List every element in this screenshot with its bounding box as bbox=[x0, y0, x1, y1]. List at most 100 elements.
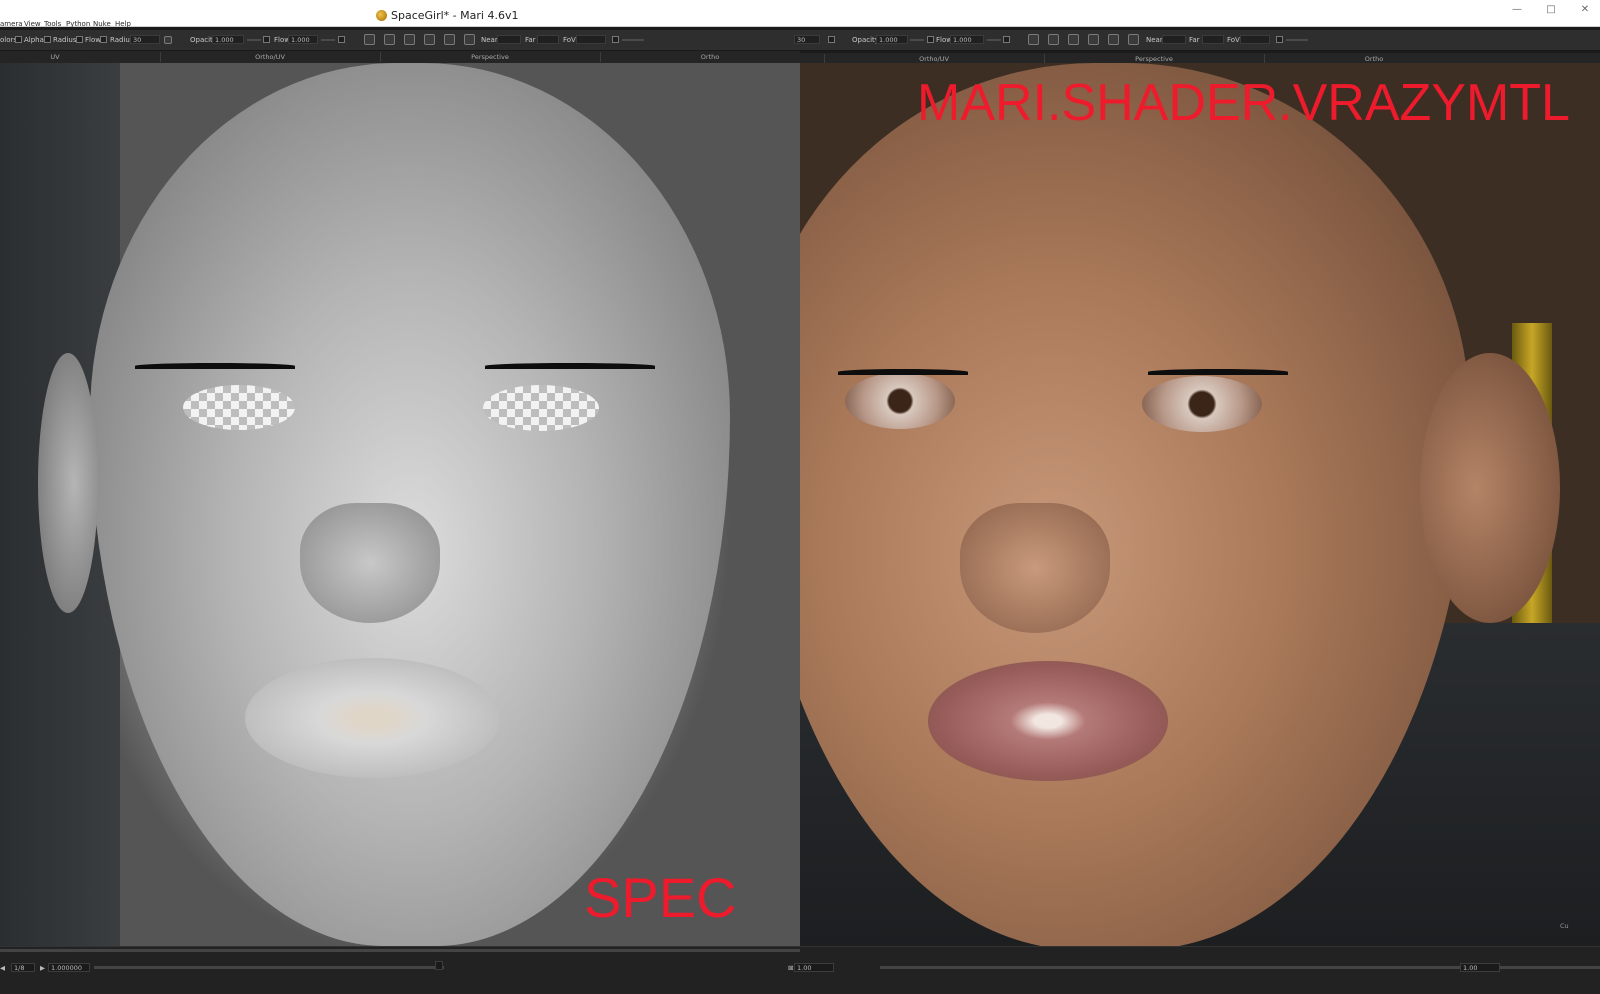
right-brush-icon[interactable] bbox=[1128, 34, 1139, 45]
left-eyelashes bbox=[135, 363, 295, 369]
right-play-icon[interactable] bbox=[1108, 34, 1119, 45]
right-opacity-input[interactable]: 1.000 bbox=[876, 35, 908, 44]
radius-input[interactable]: 30 bbox=[130, 35, 160, 44]
right-flow-input[interactable]: 1.000 bbox=[950, 35, 984, 44]
corner-label: Cu bbox=[1560, 922, 1569, 930]
menu-nuke[interactable]: Nuke bbox=[93, 20, 111, 28]
flow-slider[interactable] bbox=[321, 39, 335, 41]
play-icon[interactable] bbox=[444, 34, 455, 45]
right-camera-icon[interactable] bbox=[1028, 34, 1039, 45]
radius-checkbox[interactable] bbox=[44, 36, 51, 43]
fov-slider[interactable] bbox=[622, 39, 644, 41]
opacity-checkbox[interactable] bbox=[263, 36, 270, 43]
spec-left-ear bbox=[38, 353, 98, 613]
right-fov-label: FoV bbox=[1227, 36, 1240, 44]
near-label: Near bbox=[481, 36, 498, 44]
fov-checkbox[interactable] bbox=[612, 36, 619, 43]
right-flow-checkbox[interactable] bbox=[1003, 36, 1010, 43]
menu-tools[interactable]: Tools bbox=[44, 20, 61, 28]
spec-lips bbox=[245, 658, 500, 778]
right-toolbar: 30 Opacity 1.000 Flow 1.000 Near Far FoV bbox=[790, 30, 1600, 51]
menu-python[interactable]: Python bbox=[66, 20, 90, 28]
right-grid-icon[interactable] bbox=[1068, 34, 1079, 45]
shaded-right-eye bbox=[1142, 376, 1262, 432]
grid-icon[interactable] bbox=[404, 34, 415, 45]
tab-perspective[interactable]: Perspective bbox=[400, 53, 580, 61]
snapshot-icon[interactable] bbox=[384, 34, 395, 45]
radius-lock-checkbox[interactable] bbox=[100, 36, 107, 43]
far-input[interactable] bbox=[537, 35, 559, 44]
right-tab-ortho[interactable]: Ortho bbox=[1284, 55, 1464, 63]
menu-bar: amera View Tools Python Nuke Help bbox=[0, 20, 800, 30]
right-near-input[interactable] bbox=[1162, 35, 1186, 44]
prev-frame-icon[interactable]: ◀ bbox=[0, 964, 5, 972]
shaded-nose bbox=[960, 503, 1110, 633]
right-tab-ortho-uv[interactable]: Ortho/UV bbox=[844, 55, 1024, 63]
right-fov-checkbox[interactable] bbox=[1276, 36, 1283, 43]
flow-input[interactable]: 1.000 bbox=[288, 35, 318, 44]
brush-icon[interactable] bbox=[464, 34, 475, 45]
spec-head bbox=[90, 63, 730, 946]
alpha-checkbox[interactable] bbox=[15, 36, 22, 43]
minimize-button[interactable]: — bbox=[1502, 4, 1532, 15]
maximize-button[interactable]: □ bbox=[1536, 4, 1566, 15]
opacity-slider[interactable] bbox=[247, 39, 261, 41]
time-input[interactable]: 1.000000 bbox=[48, 963, 90, 972]
right-tab-perspective[interactable]: Perspective bbox=[1064, 55, 1244, 63]
left-zoom-icon: ⊠ bbox=[788, 964, 794, 972]
menu-camera[interactable]: amera bbox=[0, 20, 23, 28]
right-eyelashes bbox=[485, 363, 655, 369]
right-fov-slider[interactable] bbox=[1286, 39, 1308, 41]
right-flow-slider[interactable] bbox=[987, 39, 1001, 41]
alpha-label: Alpha bbox=[24, 36, 44, 44]
spec-label: SPEC bbox=[584, 866, 737, 929]
right-zoom-input[interactable]: 1.00 bbox=[1460, 963, 1500, 972]
tab-separator bbox=[160, 52, 161, 62]
left-zoom-input[interactable]: 1.00 bbox=[794, 963, 834, 972]
frame-slider[interactable] bbox=[94, 966, 444, 969]
near-input[interactable] bbox=[497, 35, 521, 44]
right-viewport-shaded-render[interactable]: MARI.SHADER.VRAZYMTL bbox=[800, 63, 1600, 950]
shaded-right-ear bbox=[1420, 353, 1560, 623]
shaded-left-eyelashes bbox=[838, 369, 968, 375]
fov-label: FoV bbox=[563, 36, 576, 44]
menu-help[interactable]: Help bbox=[115, 20, 131, 28]
right-opacity-label: Opacity bbox=[852, 36, 879, 44]
right-cube-icon[interactable] bbox=[1088, 34, 1099, 45]
flow-checkbox[interactable] bbox=[76, 36, 83, 43]
menu-view[interactable]: View bbox=[24, 20, 41, 28]
tab-separator bbox=[600, 52, 601, 62]
tab-ortho-uv[interactable]: Ortho/UV bbox=[180, 53, 360, 61]
left-toolbar: olors Alpha Radius Flow Radius 30 Opacit… bbox=[0, 30, 800, 51]
right-far-label: Far bbox=[1189, 36, 1200, 44]
opacity-input[interactable]: 1.000 bbox=[212, 35, 244, 44]
left-viewport-spec-render[interactable]: SPEC bbox=[0, 63, 800, 946]
shaded-right-eyelashes bbox=[1148, 369, 1288, 375]
close-button[interactable]: ✕ bbox=[1570, 4, 1600, 15]
right-radius-input[interactable]: 30 bbox=[794, 35, 820, 44]
tab-separator bbox=[380, 52, 381, 62]
cube-icon[interactable] bbox=[424, 34, 435, 45]
right-statusbar: 1.00 1.00 Cu bbox=[794, 922, 1600, 994]
right-snapshot-icon[interactable] bbox=[1048, 34, 1059, 45]
right-fov-input[interactable] bbox=[1240, 35, 1270, 44]
next-frame-icon[interactable]: ▶ bbox=[40, 964, 45, 972]
right-radius-checkbox[interactable] bbox=[828, 36, 835, 43]
right-far-input[interactable] bbox=[1202, 35, 1224, 44]
radius-slider-icon[interactable] bbox=[164, 36, 172, 44]
shaded-left-eye bbox=[845, 373, 955, 429]
spec-nose bbox=[300, 503, 440, 623]
tab-uv[interactable]: UV bbox=[0, 53, 110, 61]
flow-lock-checkbox[interactable] bbox=[338, 36, 345, 43]
right-opacity-slider[interactable] bbox=[910, 39, 924, 41]
right-opacity-checkbox[interactable] bbox=[927, 36, 934, 43]
frame-input[interactable]: 1/8 bbox=[11, 963, 35, 972]
left-eye-transparent bbox=[183, 385, 295, 430]
camera-icon[interactable] bbox=[364, 34, 375, 45]
tab-ortho[interactable]: Ortho bbox=[620, 53, 800, 61]
right-eye-transparent bbox=[483, 385, 599, 431]
left-statusbar: ◀ 1/8 ▶ 1.000000 ⊠ bbox=[0, 946, 800, 994]
frame-slider-handle[interactable] bbox=[435, 961, 443, 970]
left-timeline-track[interactable] bbox=[0, 949, 800, 952]
fov-input[interactable] bbox=[576, 35, 606, 44]
